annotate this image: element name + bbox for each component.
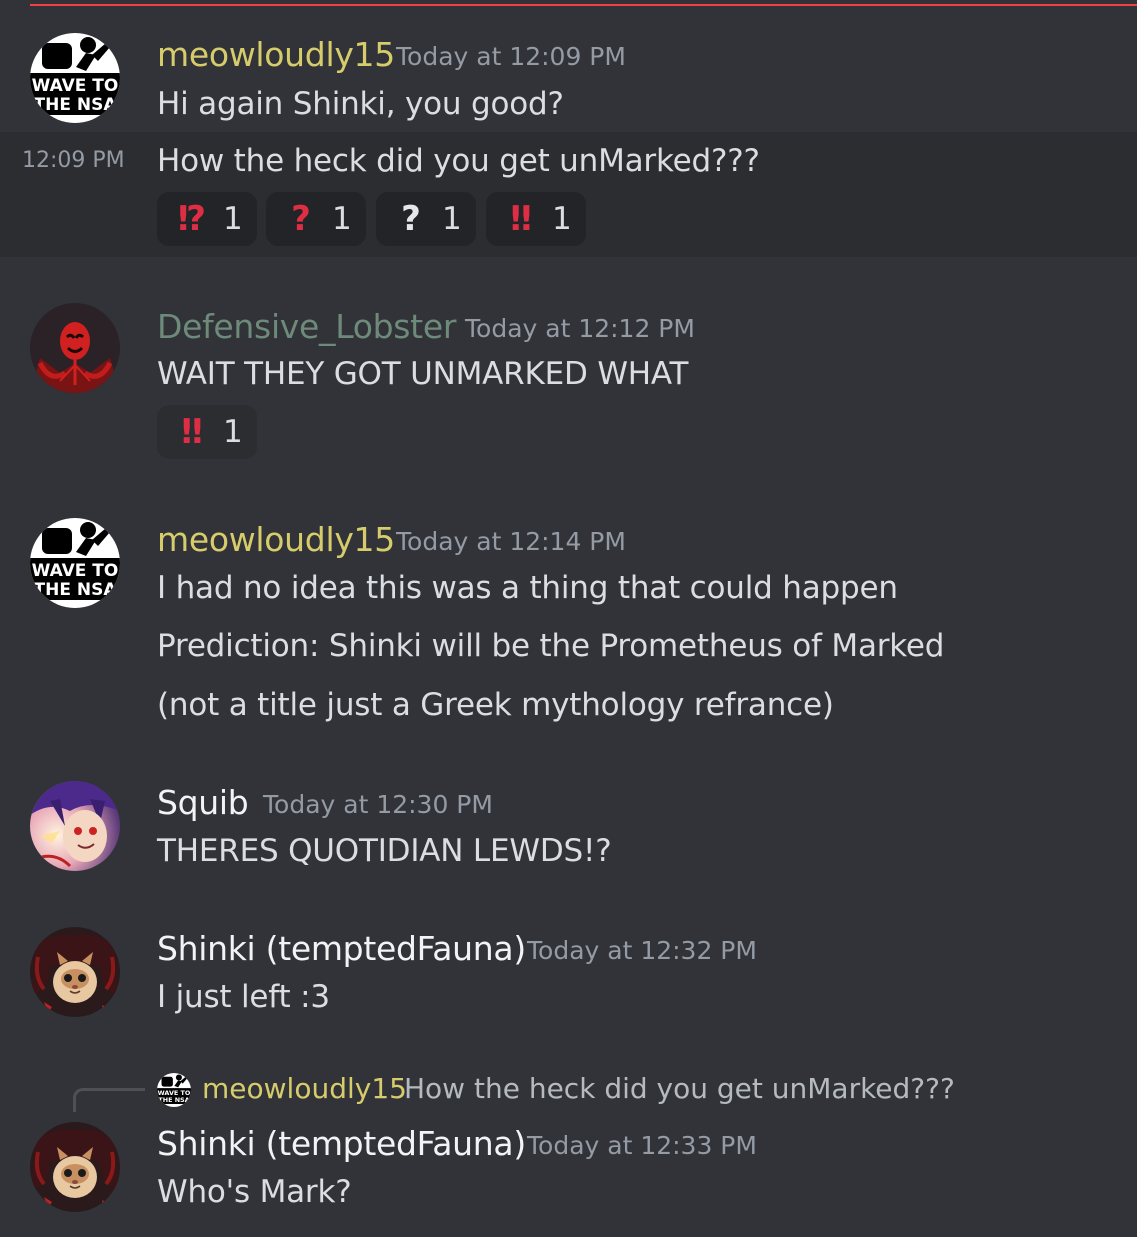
username[interactable]: meowloudly15 <box>157 523 395 556</box>
message-text: WAIT THEY GOT UNMARKED WHAT <box>157 356 689 392</box>
avatar-meowloudly15[interactable]: WAVE TO THE NSA <box>30 33 120 123</box>
avatar-defensive-lobster[interactable] <box>30 303 120 393</box>
message-timestamp[interactable]: Today at 12:12 PM <box>465 316 695 341</box>
avatar-squib[interactable] <box>30 781 120 871</box>
double-exclamation-icon: ‼ <box>181 412 203 452</box>
avatar-shinki[interactable] <box>30 927 120 1017</box>
reaction-double-exclamation[interactable]: ‼ 1 <box>157 405 257 459</box>
white-question-icon: ? <box>401 199 421 239</box>
cat-face-avatar <box>30 927 120 1017</box>
avatar-text-line-2: THE NSA <box>34 580 118 600</box>
red-question-icon: ? <box>291 199 311 239</box>
wave-to-the-nsa-avatar: WAVE TO THE NSA <box>157 1073 191 1107</box>
anime-character-avatar <box>30 781 120 871</box>
message-text: Hi again Shinki, you good? <box>157 86 564 122</box>
avatar-meowloudly15[interactable]: WAVE TO THE NSA <box>30 518 120 608</box>
wave-to-the-nsa-avatar: WAVE TO THE NSA <box>30 33 120 123</box>
cat-face-avatar <box>30 1122 120 1212</box>
username[interactable]: Defensive_Lobster <box>157 310 456 343</box>
avatar-text-line-1: WAVE TO <box>32 561 119 581</box>
avatar-text-line-1: WAVE TO <box>158 1089 191 1097</box>
reaction-white-question[interactable]: ? 1 <box>376 192 476 246</box>
message-timestamp[interactable]: Today at 12:32 PM <box>527 938 757 963</box>
message-timestamp[interactable]: Today at 12:33 PM <box>527 1133 757 1158</box>
reaction-count: 1 <box>332 200 352 237</box>
message-text: (not a title just a Greek mythology refr… <box>157 687 834 723</box>
message-timestamp[interactable]: Today at 12:30 PM <box>263 792 493 817</box>
reaction-count: 1 <box>223 413 243 450</box>
wave-to-the-nsa-avatar: WAVE TO THE NSA <box>30 518 120 608</box>
red-masked-figure-avatar <box>30 303 120 393</box>
reaction-double-exclamation[interactable]: ‼ 1 <box>486 192 586 246</box>
reply-avatar-meowloudly15[interactable]: WAVE TO THE NSA <box>157 1073 191 1107</box>
avatar-text-line-1: WAVE TO <box>32 76 119 96</box>
username[interactable]: Squib <box>157 786 249 819</box>
avatar-text-line-2: THE NSA <box>158 1096 189 1104</box>
reply-author[interactable]: meowloudly15 <box>202 1075 407 1103</box>
message-text: Who's Mark? <box>157 1174 352 1210</box>
avatar-text-line-2: THE NSA <box>34 95 118 115</box>
message-text: I had no idea this was a thing that coul… <box>157 570 898 606</box>
message-timestamp[interactable]: Today at 12:14 PM <box>396 529 626 554</box>
reply-connector <box>73 1088 145 1112</box>
reply-preview-text[interactable]: How the heck did you get unMarked??? <box>404 1075 955 1103</box>
message-text: THERES QUOTIDIAN LEWDS!? <box>157 833 612 869</box>
reaction-count: 1 <box>552 200 572 237</box>
new-messages-divider <box>30 4 1137 6</box>
reaction-red-question[interactable]: ? 1 <box>266 192 366 246</box>
username[interactable]: Shinki (temptedFauna) <box>157 1127 526 1160</box>
username[interactable]: Shinki (temptedFauna) <box>157 932 526 965</box>
avatar-shinki[interactable] <box>30 1122 120 1212</box>
hover-timestamp[interactable]: 12:09 PM <box>22 150 125 172</box>
username[interactable]: meowloudly15 <box>157 38 395 71</box>
reaction-count: 1 <box>223 200 243 237</box>
message-text: Prediction: Shinki will be the Prometheu… <box>157 628 945 664</box>
reaction-interrobang[interactable]: ⁉ 1 <box>157 192 257 246</box>
message-text: I just left :3 <box>157 979 330 1015</box>
interrobang-icon: ⁉ <box>177 199 207 239</box>
message-text: How the heck did you get unMarked??? <box>157 143 760 179</box>
reaction-count: 1 <box>442 200 462 237</box>
message-timestamp[interactable]: Today at 12:09 PM <box>396 44 626 69</box>
double-exclamation-icon: ‼ <box>510 199 532 239</box>
